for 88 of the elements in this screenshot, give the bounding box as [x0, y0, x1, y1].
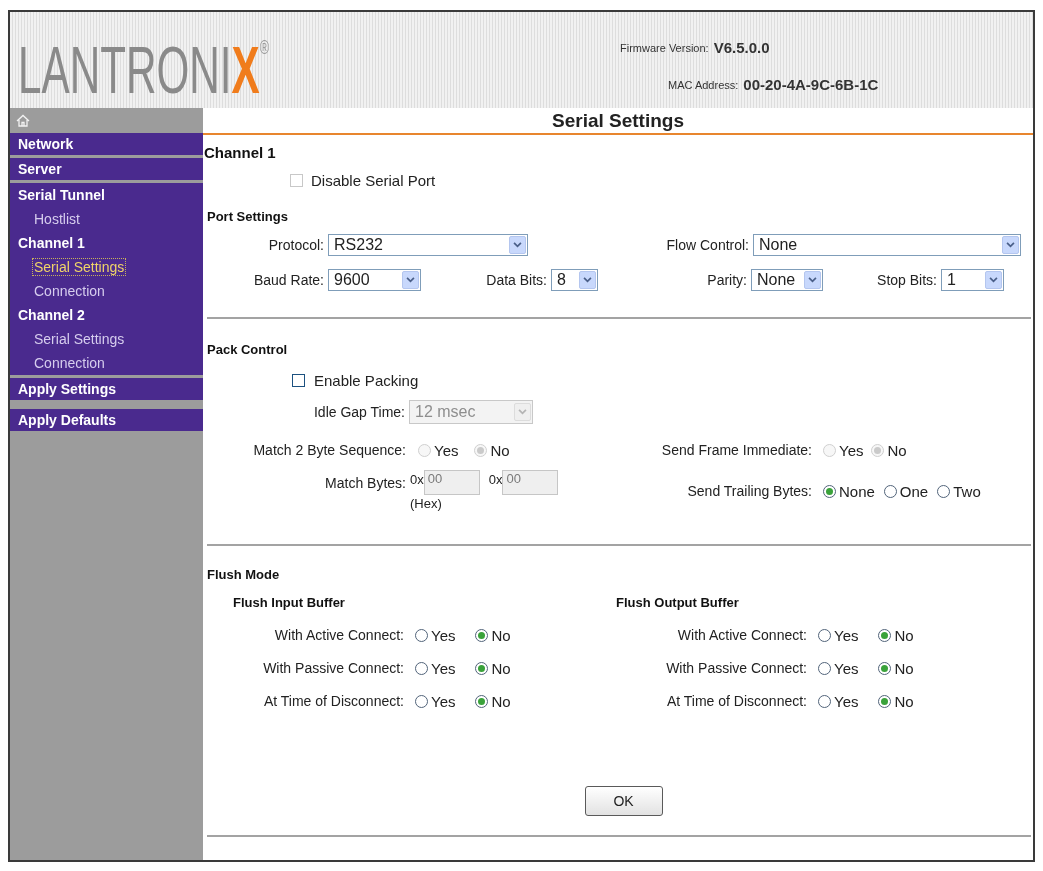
field-label: Idle Gap Time:: [313, 405, 405, 419]
mac-label: MAC Address:: [668, 77, 739, 93]
option-label: One: [899, 483, 929, 499]
hex-prefix: 0x: [488, 473, 503, 486]
field-label: At Time of Disconnect:: [263, 694, 404, 708]
nav-link[interactable]: Hostlist: [32, 210, 82, 228]
page-title: Serial Settings: [552, 111, 684, 130]
radio-button[interactable]: [878, 661, 892, 675]
option-label: No: [887, 442, 907, 458]
option-label: No: [894, 627, 914, 643]
logo: LANTRONIX®: [18, 37, 270, 103]
section-title: Port Settings: [207, 209, 288, 225]
option-label: No: [490, 442, 510, 458]
radio-button[interactable]: [475, 661, 489, 675]
radio-button[interactable]: [415, 694, 428, 708]
option-label: No: [491, 693, 511, 709]
checkbox-label: Enable Packing: [314, 372, 419, 388]
radio-button[interactable]: [818, 661, 831, 675]
nav-link[interactable]: Serial Settings: [32, 330, 127, 348]
radio-button[interactable]: [415, 661, 428, 675]
option-label: No: [894, 660, 914, 676]
field-label: Send Frame Immediate:: [661, 443, 812, 457]
dropdown-select[interactable]: None: [753, 234, 1021, 256]
option-label: Yes: [834, 660, 859, 676]
nav-heading: Serial Tunnel: [18, 188, 105, 202]
field-label: Parity:: [707, 273, 747, 287]
nav-link[interactable]: Apply Settings: [18, 382, 116, 396]
nav-link[interactable]: Network: [18, 137, 74, 151]
hex-prefix: 0x: [410, 473, 424, 486]
firmware-label: Firmware Version:: [620, 40, 709, 56]
dropdown-select[interactable]: 1: [941, 269, 1004, 291]
hex-note: (Hex): [410, 497, 442, 510]
section-title: Flush Mode: [207, 567, 280, 583]
radio-button[interactable]: [878, 628, 892, 642]
checkbox-label: Disable Serial Port: [311, 172, 436, 188]
radio-button[interactable]: [475, 628, 489, 642]
option-label: Yes: [431, 627, 456, 643]
field-label: Stop Bits:: [877, 273, 937, 287]
section-title: Pack Control: [207, 342, 288, 358]
option-label: None: [839, 483, 875, 499]
dropdown-select[interactable]: None: [751, 269, 823, 291]
field-label: At Time of Disconnect:: [666, 694, 807, 708]
field-label: Send Trailing Bytes:: [687, 484, 812, 498]
checkbox[interactable]: [292, 373, 305, 387]
field-label: Protocol:: [268, 238, 324, 252]
radio-button[interactable]: [818, 694, 831, 708]
radio-button[interactable]: [415, 628, 428, 642]
option-label: Yes: [839, 442, 864, 458]
field-label: With Active Connect:: [677, 628, 807, 642]
firmware-version: V6.5.0.0: [713, 37, 770, 58]
option-label: No: [894, 693, 914, 709]
dropdown-select[interactable]: 8: [551, 269, 598, 291]
dropdown-select[interactable]: 9600: [328, 269, 421, 291]
field-label: Match 2 Byte Sequence:: [253, 443, 406, 457]
nav-link[interactable]: Server: [18, 162, 62, 176]
option-label: Yes: [431, 693, 456, 709]
field-label: Match Bytes:: [325, 476, 406, 490]
dropdown-select[interactable]: RS232: [328, 234, 528, 256]
radio-button[interactable]: [878, 694, 892, 708]
field-label: Baud Rate:: [253, 273, 324, 287]
option-label: Two: [953, 483, 981, 499]
option-label: No: [491, 660, 511, 676]
radio-button[interactable]: [883, 484, 897, 498]
radio-button[interactable]: [823, 484, 836, 498]
option-label: Yes: [834, 693, 859, 709]
field-label: Flow Control:: [666, 238, 749, 252]
mac-address: 00-20-4A-9C-6B-1C: [743, 74, 879, 95]
option-label: No: [491, 627, 511, 643]
field-label: With Passive Connect:: [666, 661, 807, 675]
option-label: Yes: [834, 627, 859, 643]
radio-button[interactable]: [937, 484, 951, 498]
nav-link[interactable]: Serial Settings: [32, 258, 127, 276]
radio-button[interactable]: [818, 628, 831, 642]
nav-heading: Channel 2: [18, 308, 85, 322]
field-label: With Active Connect:: [274, 628, 404, 642]
nav-link[interactable]: Connection: [32, 282, 107, 300]
radio-button[interactable]: [475, 694, 489, 708]
nav-link[interactable]: Connection: [32, 354, 107, 372]
field-label: Data Bits:: [486, 273, 547, 287]
section-title: Channel 1: [204, 144, 276, 162]
group-title: Flush Output Buffer: [616, 595, 739, 611]
group-title: Flush Input Buffer: [233, 595, 345, 611]
nav-link[interactable]: Apply Defaults: [18, 413, 116, 427]
nav-heading: Channel 1: [18, 236, 85, 250]
field-label: With Passive Connect:: [263, 661, 404, 675]
option-label: Yes: [434, 442, 459, 458]
option-label: Yes: [431, 660, 456, 676]
ok-button[interactable]: OK: [584, 786, 663, 816]
